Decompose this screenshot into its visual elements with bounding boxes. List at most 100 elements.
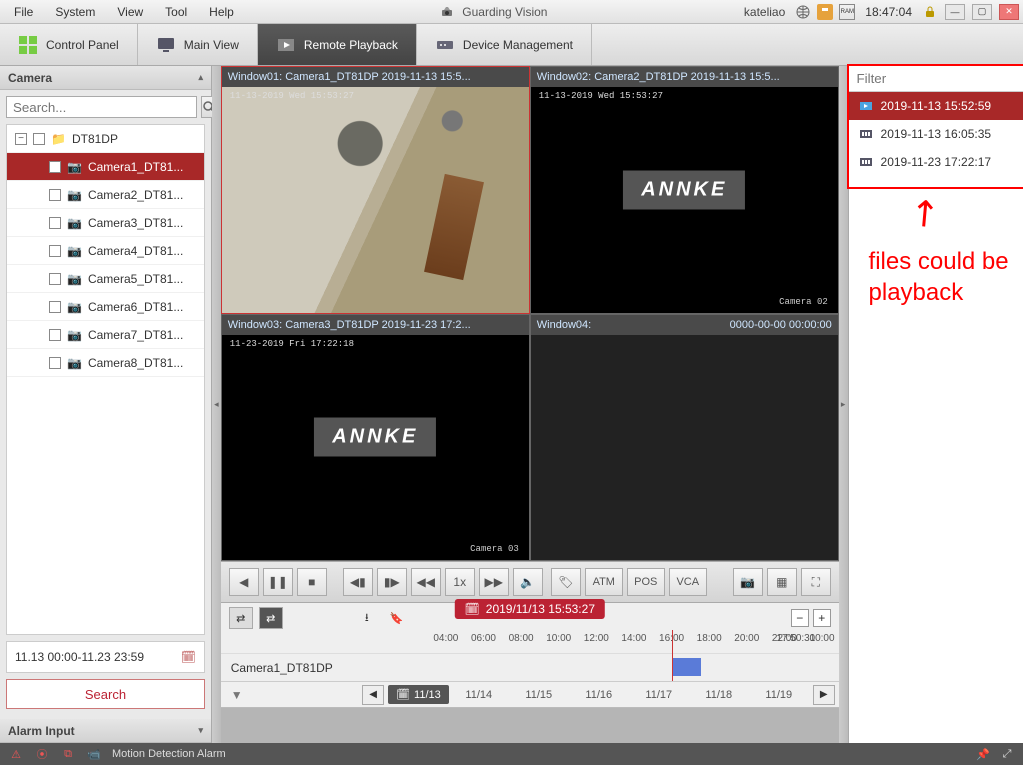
- record-icon[interactable]: ⦿: [34, 746, 50, 762]
- video-window-4[interactable]: Window04: 0000-00-00 00:00:00: [530, 314, 839, 562]
- right-collapse-handle[interactable]: ▸: [839, 66, 848, 743]
- sidebar-collapse-handle[interactable]: ◂: [212, 66, 221, 743]
- motion-icon[interactable]: ⧉: [60, 746, 76, 762]
- video-window-3[interactable]: Window03: Camera3_DT81DP 2019-11-23 17:2…: [221, 314, 530, 562]
- vca-button[interactable]: VCA: [669, 568, 707, 596]
- expand-icon[interactable]: ⤢: [999, 746, 1015, 762]
- date-next-button[interactable]: ▶: [813, 685, 835, 705]
- file-row[interactable]: 2019-11-13 15:52:59: [849, 92, 1023, 120]
- close-button[interactable]: ✕: [999, 4, 1019, 20]
- tree-camera-row[interactable]: 📷Camera7_DT81...: [7, 321, 204, 349]
- date-item[interactable]: 11/19: [749, 689, 809, 701]
- tree-camera-row[interactable]: 📷Camera6_DT81...: [7, 293, 204, 321]
- minimize-button[interactable]: —: [945, 4, 965, 20]
- timeline-toggle-sync[interactable]: ⇄: [229, 607, 253, 629]
- username[interactable]: kateliao: [744, 5, 785, 19]
- file-row[interactable]: 2019-11-23 17:22:17: [849, 148, 1023, 176]
- date-item[interactable]: 11/14: [449, 689, 509, 701]
- video-header-text: Window04:: [537, 319, 591, 331]
- checkbox[interactable]: [49, 329, 61, 341]
- menu-file[interactable]: File: [4, 2, 43, 22]
- date-item[interactable]: 11/16: [569, 689, 629, 701]
- tab-remote-playback[interactable]: Remote Playback: [258, 24, 417, 65]
- timeline-row[interactable]: Camera1_DT81DP: [221, 653, 839, 681]
- search-playback-button[interactable]: Search: [6, 679, 205, 709]
- tab-control-panel[interactable]: Control Panel: [0, 24, 138, 65]
- sidebar-header-camera[interactable]: Camera ▴: [0, 66, 211, 90]
- sidebar-header-alarm[interactable]: Alarm Input ▾: [0, 719, 211, 743]
- checkbox[interactable]: [49, 357, 61, 369]
- pos-button[interactable]: POS: [627, 568, 665, 596]
- tree-device-row[interactable]: − 📁 DT81DP: [7, 125, 204, 153]
- video-grid: Window01: Camera1_DT81DP 2019-11-13 15:5…: [221, 66, 839, 561]
- filter-icon[interactable]: ▼: [221, 688, 245, 702]
- checkbox[interactable]: [49, 189, 61, 201]
- zoom-in-button[interactable]: +: [813, 609, 831, 627]
- disk-icon[interactable]: [817, 4, 833, 20]
- timeline-toggle-async[interactable]: ⇄: [259, 607, 283, 629]
- tree-camera-row[interactable]: 📷 Camera1_DT81...: [7, 153, 204, 181]
- stop-button[interactable]: ■: [297, 568, 327, 596]
- date-item[interactable]: 11/18: [689, 689, 749, 701]
- speed-indicator[interactable]: 1x: [445, 568, 475, 596]
- camera-status-icon[interactable]: 📹: [86, 746, 102, 762]
- ram-icon[interactable]: RAM: [839, 4, 855, 20]
- tree-camera-row[interactable]: 📷Camera5_DT81...: [7, 265, 204, 293]
- globe-icon[interactable]: [795, 4, 811, 20]
- bookmark-button[interactable]: 🔖: [385, 607, 409, 629]
- annotation-arrow: ↗: [899, 187, 949, 239]
- prev-button[interactable]: ◀: [229, 568, 259, 596]
- tree-camera-row[interactable]: 📷Camera4_DT81...: [7, 237, 204, 265]
- date-range-input[interactable]: 11.13 00:00-11.23 23:59 🗓: [6, 641, 205, 673]
- menu-tool[interactable]: Tool: [155, 2, 197, 22]
- filter-input[interactable]: [849, 66, 1023, 91]
- video-header-time: 0000-00-00 00:00:00: [730, 319, 832, 331]
- zoom-out-button[interactable]: −: [791, 609, 809, 627]
- download-button[interactable]: ⭳: [355, 607, 379, 629]
- collapse-icon[interactable]: −: [15, 133, 27, 145]
- date-prev-button[interactable]: ◀: [362, 685, 384, 705]
- step-fwd-button[interactable]: ▮▶: [377, 568, 407, 596]
- checkbox[interactable]: [33, 133, 45, 145]
- checkbox[interactable]: [49, 301, 61, 313]
- timeline-cursor[interactable]: [672, 630, 673, 681]
- checkbox[interactable]: [49, 273, 61, 285]
- capture-button[interactable]: 📷: [733, 568, 763, 596]
- tag-button[interactable]: 🏷: [551, 568, 581, 596]
- menu-help[interactable]: Help: [199, 2, 244, 22]
- date-active[interactable]: 🗓11/13: [388, 685, 449, 704]
- search-input[interactable]: [6, 96, 197, 118]
- tree-camera-row[interactable]: 📷Camera3_DT81...: [7, 209, 204, 237]
- video-window-2[interactable]: Window02: Camera2_DT81DP 2019-11-13 15:5…: [530, 66, 839, 314]
- fastfwd-button[interactable]: ▶▶: [479, 568, 509, 596]
- layout-button[interactable]: ▦: [767, 568, 797, 596]
- video-window-1[interactable]: Window01: Camera1_DT81DP 2019-11-13 15:5…: [221, 66, 530, 314]
- tree-camera-row[interactable]: 📷Camera2_DT81...: [7, 181, 204, 209]
- checkbox[interactable]: [49, 161, 61, 173]
- file-row[interactable]: 2019-11-13 16:05:35: [849, 120, 1023, 148]
- tree-camera-row[interactable]: 📷Camera8_DT81...: [7, 349, 204, 377]
- step-back-button[interactable]: ◀▮: [343, 568, 373, 596]
- menu-system[interactable]: System: [45, 2, 105, 22]
- tab-main-view[interactable]: Main View: [138, 24, 258, 65]
- pause-button[interactable]: ❚❚: [263, 568, 293, 596]
- atm-button[interactable]: ATM: [585, 568, 623, 596]
- maximize-button[interactable]: ▢: [972, 4, 992, 20]
- checkbox[interactable]: [49, 217, 61, 229]
- timeline-segment[interactable]: [672, 658, 701, 676]
- checkbox[interactable]: [49, 245, 61, 257]
- rewind-button[interactable]: ◀◀: [411, 568, 441, 596]
- volume-button[interactable]: 🔈: [513, 568, 543, 596]
- date-item[interactable]: 11/15: [509, 689, 569, 701]
- tab-device-management[interactable]: Device Management: [417, 24, 592, 65]
- calendar-icon[interactable]: 🗓: [181, 650, 196, 664]
- lock-icon[interactable]: [922, 4, 938, 20]
- timeline-bar[interactable]: [421, 654, 839, 681]
- pin-icon[interactable]: 📌: [975, 746, 991, 762]
- app-icon: [440, 4, 456, 20]
- date-item[interactable]: 11/17: [629, 689, 689, 701]
- alert-icon[interactable]: ⚠: [8, 746, 24, 762]
- menu-view[interactable]: View: [107, 2, 153, 22]
- fullscreen-button[interactable]: ⛶: [801, 568, 831, 596]
- brand-overlay: ANNKE: [623, 170, 745, 209]
